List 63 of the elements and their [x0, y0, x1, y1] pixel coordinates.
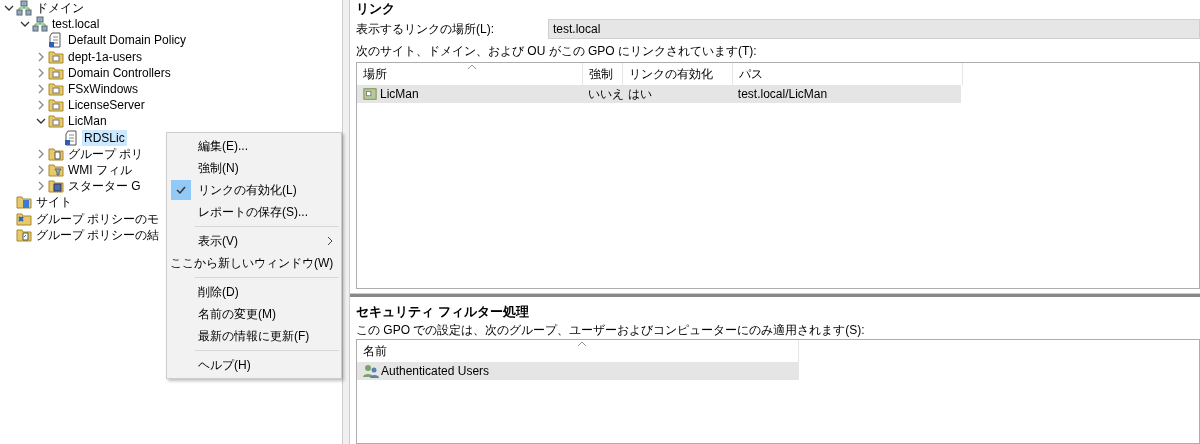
table-cell-text: test.local/LicMan	[737, 86, 828, 103]
section-title: セキュリティ フィルター処理	[356, 303, 530, 321]
tree-item[interactable]: Domain Controllers	[66, 64, 173, 81]
table-cell-text: はい	[628, 86, 653, 103]
menu-item[interactable]: リンクの有効化(L)	[167, 179, 341, 201]
folder-icon	[48, 113, 64, 130]
table-cell-text: いいえ	[588, 86, 625, 103]
tree-item[interactable]: RDSLic	[82, 129, 127, 146]
tree-item[interactable]: グループ ポリシーの結	[34, 226, 162, 243]
menu-item[interactable]: ヘルプ(H)	[167, 354, 341, 376]
tree-item[interactable]: test.local	[50, 16, 102, 33]
tree-item[interactable]: グループ ポリシーのモ	[34, 210, 162, 227]
expand-chevron-icon[interactable]	[36, 181, 46, 192]
users-icon	[363, 364, 379, 378]
tree-item[interactable]: グループ ポリ	[66, 145, 146, 162]
folder-icon	[363, 87, 377, 101]
menu-item[interactable]: ここから新しいウィンドウ(W)	[167, 252, 341, 274]
pane-splitter[interactable]	[342, 0, 350, 444]
expand-chevron-icon[interactable]	[36, 84, 46, 95]
folder-icon	[16, 194, 32, 211]
table-cell-text: Authenticated Users	[381, 363, 490, 380]
expand-chevron-icon[interactable]	[36, 67, 46, 78]
tree-item[interactable]: LicMan	[66, 113, 109, 130]
tree-item[interactable]: ドメイン	[34, 0, 86, 17]
folder-icon	[48, 97, 64, 114]
table-cell-text: LicMan	[380, 86, 419, 103]
section-title: リンク	[356, 0, 396, 18]
folder-icon	[48, 64, 64, 81]
tree-item[interactable]: スターター G	[66, 178, 143, 195]
field-label: 表示するリンクの場所(L):	[356, 21, 495, 38]
menu-item[interactable]: 編集(E)...	[167, 135, 341, 157]
list-row[interactable]: LicMan いいえ はい test.local/LicMan	[357, 85, 961, 103]
expand-chevron-icon[interactable]	[36, 51, 46, 62]
network-icon	[32, 16, 48, 33]
folder-icon	[16, 210, 32, 227]
menu-item[interactable]: レポートの保存(S)...	[167, 201, 341, 223]
menu-item[interactable]: 表示(V)	[167, 230, 341, 252]
location-field[interactable]: test.local	[548, 19, 1200, 39]
menu-item[interactable]: 強制(N)	[167, 157, 341, 179]
tree-item[interactable]: FSxWindows	[66, 81, 140, 98]
menu-item[interactable]: 最新の情報に更新(F)	[167, 325, 341, 347]
tree-item[interactable]: サイト	[34, 194, 74, 211]
menu-item[interactable]: 削除(D)	[167, 281, 341, 303]
document-icon	[64, 129, 80, 146]
tree-item[interactable]: LicenseServer	[66, 97, 147, 114]
folder-icon	[16, 226, 32, 243]
tree-item[interactable]: Default Domain Policy	[66, 32, 189, 49]
folder-icon	[48, 161, 64, 178]
description-text: この GPO での設定は、次のグループ、ユーザーおよびコンピューターにのみ適用されます(S):	[356, 322, 866, 339]
folder-icon	[48, 48, 64, 65]
folder-icon	[48, 81, 64, 98]
network-icon	[16, 0, 32, 17]
description-text: 次のサイト、ドメイン、および OU がこの GPO にリンクされています(T):	[356, 43, 758, 60]
expand-chevron-icon[interactable]	[36, 100, 46, 111]
document-icon	[48, 32, 64, 49]
folder-icon	[48, 178, 64, 195]
folder-icon	[48, 145, 64, 162]
tree-item[interactable]: WMI フィル	[66, 161, 134, 178]
tree-item[interactable]: dept-1a-users	[66, 48, 145, 65]
expand-chevron-icon[interactable]	[36, 164, 46, 175]
menu-item[interactable]: 名前の変更(M)	[167, 303, 341, 325]
list-row[interactable]: Authenticated Users	[357, 362, 799, 380]
expand-chevron-icon[interactable]	[36, 148, 46, 159]
